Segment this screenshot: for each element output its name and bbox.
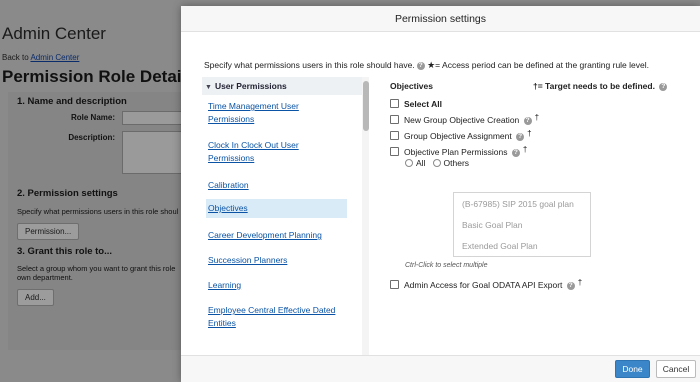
grant-text-line2: own department. xyxy=(17,273,73,282)
target-dagger: † xyxy=(534,113,540,122)
select-all-label: Select All xyxy=(404,99,442,109)
goal-plan-listbox[interactable]: (B-67985) SIP 2015 goal plan Basic Goal … xyxy=(453,192,591,257)
star-icon: ★ xyxy=(427,60,436,70)
target-dagger: † xyxy=(577,278,583,287)
back-prefix: Back to xyxy=(2,53,29,62)
target-note: †= Target needs to be defined. ? xyxy=(533,81,668,91)
app-title: Admin Center xyxy=(2,24,106,43)
category-learning[interactable]: Learning xyxy=(208,279,346,292)
admin-access-goal-odata-checkbox[interactable] xyxy=(390,280,399,289)
category-time-management[interactable]: Time Management User Permissions xyxy=(208,100,346,126)
add-button[interactable]: Add... xyxy=(17,289,54,306)
ctrl-click-hint: Ctrl-Click to select multiple xyxy=(405,262,488,269)
permission-row[interactable]: Objective Plan Permissions ? † xyxy=(390,145,527,157)
category-scrollbar-thumb[interactable] xyxy=(363,81,369,131)
radio-all[interactable] xyxy=(405,159,413,167)
new-group-objective-checkbox[interactable] xyxy=(390,115,399,124)
role-name-label: Role Name: xyxy=(70,113,115,122)
dialog-body: Specify what permissions users in this r… xyxy=(181,32,700,358)
target-note-text: †= Target needs to be defined. xyxy=(533,81,655,91)
permission-row[interactable]: New Group Objective Creation ? † xyxy=(390,113,539,125)
category-career-development[interactable]: Career Development Planning xyxy=(208,229,346,242)
access-period-note: = Access period can be defined at the gr… xyxy=(435,60,649,70)
help-icon[interactable]: ? xyxy=(416,62,425,70)
radio-others-label: Others xyxy=(443,158,470,168)
radio-others[interactable] xyxy=(432,159,441,167)
description-label: Description: xyxy=(68,133,115,142)
plan-option[interactable]: (B-67985) SIP 2015 goal plan xyxy=(462,199,574,209)
category-ec-effective-dated[interactable]: Employee Central Effective Dated Entitie… xyxy=(208,304,346,330)
target-dagger: † xyxy=(527,129,532,138)
section-permission-settings: 2. Permission settings xyxy=(17,188,118,199)
permission-label: New Group Objective Creation xyxy=(404,115,520,125)
help-icon[interactable]: ? xyxy=(566,282,575,290)
permission-settings-dialog: Permission settings Specify what permiss… xyxy=(181,6,700,382)
permission-label: Admin Access for Goal ODATA API Export xyxy=(404,280,563,290)
permissions-panel-title: Objectives xyxy=(390,81,433,91)
category-header-label: User Permissions xyxy=(214,81,287,91)
back-to-admin-center-link[interactable]: Admin Center xyxy=(30,53,79,62)
permission-button[interactable]: Permission... xyxy=(17,223,80,240)
section-name-description: 1. Name and description xyxy=(17,96,127,107)
description-input[interactable] xyxy=(122,131,184,174)
category-clock-in-clock-out[interactable]: Clock In Clock Out User Permissions xyxy=(208,139,346,165)
dialog-intro: Specify what permissions users in this r… xyxy=(204,60,649,71)
category-succession-planners[interactable]: Succession Planners xyxy=(208,254,346,267)
category-header[interactable]: ▼ User Permissions xyxy=(202,77,369,95)
permission-category-list: ▼ User Permissions Time Management User P… xyxy=(202,77,369,358)
intro-text: Specify what permissions users in this r… xyxy=(204,60,415,70)
back-link-row: Back to Admin Center xyxy=(2,53,79,62)
grant-text-line1: Select a group whom you want to grant th… xyxy=(17,264,176,273)
section-grant-role: 3. Grant this role to... xyxy=(17,246,113,257)
dialog-title: Permission settings xyxy=(394,13,487,25)
collapse-triangle-icon[interactable]: ▼ xyxy=(205,84,212,91)
dialog-header: Permission settings xyxy=(181,6,700,32)
permission-label: Objective Plan Permissions xyxy=(404,147,508,157)
help-icon[interactable]: ? xyxy=(516,133,525,141)
group-objective-assignment-checkbox[interactable] xyxy=(390,131,399,140)
radio-all-label: All xyxy=(416,158,426,168)
plan-scope-radio-group: All Others xyxy=(405,158,469,168)
permission-row[interactable]: Group Objective Assignment ? † xyxy=(390,129,532,141)
permission-settings-text: Specify what permissions users in this r… xyxy=(17,207,179,216)
category-objectives[interactable]: Objectives xyxy=(206,199,347,218)
select-all-row[interactable]: Select All xyxy=(390,99,442,109)
help-icon[interactable]: ? xyxy=(523,117,532,125)
page-title: Permission Role Detail xyxy=(2,67,187,86)
objective-plan-permissions-checkbox[interactable] xyxy=(390,147,399,156)
help-icon[interactable]: ? xyxy=(659,83,668,91)
select-all-checkbox[interactable] xyxy=(390,99,399,108)
dialog-footer: Done Cancel xyxy=(181,355,700,382)
permission-label: Group Objective Assignment xyxy=(404,131,512,141)
target-dagger: † xyxy=(522,145,528,154)
role-name-input[interactable] xyxy=(122,111,184,125)
plan-option[interactable]: Extended Goal Plan xyxy=(462,241,538,251)
category-calibration[interactable]: Calibration xyxy=(208,179,346,192)
permission-row[interactable]: Admin Access for Goal ODATA API Export ?… xyxy=(390,278,582,290)
plan-option[interactable]: Basic Goal Plan xyxy=(462,220,522,230)
cancel-button[interactable]: Cancel xyxy=(656,360,696,378)
help-icon[interactable]: ? xyxy=(511,149,520,157)
done-button[interactable]: Done xyxy=(615,360,650,378)
